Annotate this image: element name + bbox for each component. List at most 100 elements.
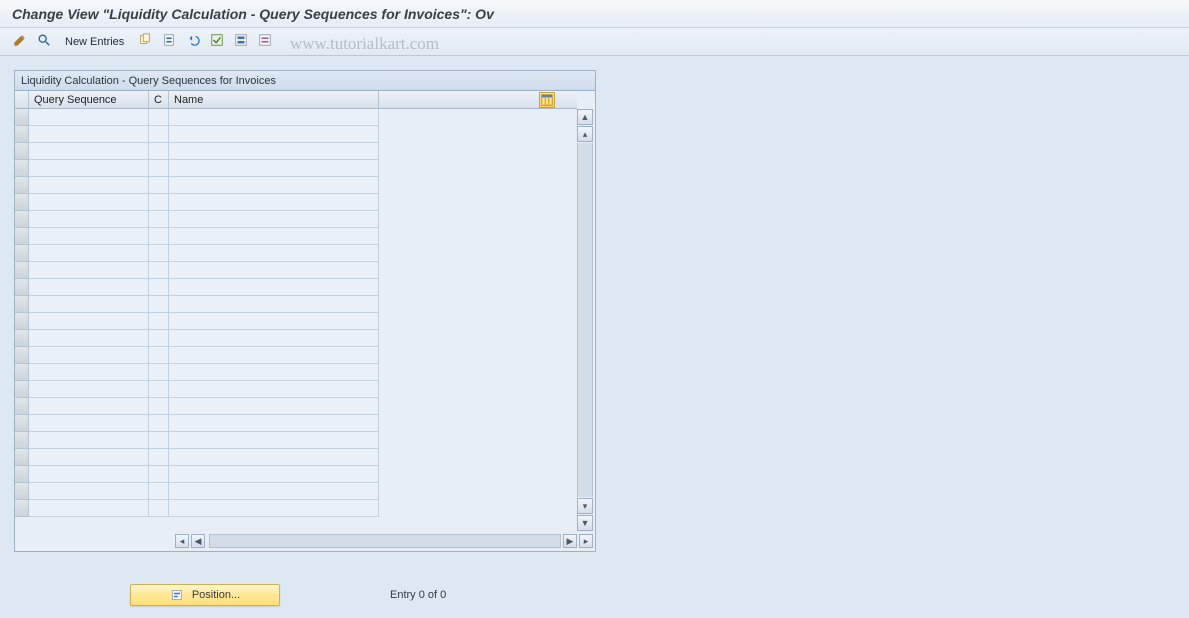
row-selector[interactable] [15, 109, 29, 126]
cell-name[interactable] [169, 313, 379, 330]
scroll-down-button[interactable]: ▼ [577, 515, 593, 531]
row-selector[interactable] [15, 500, 29, 517]
cell-query-sequence[interactable] [29, 143, 149, 160]
cell-name[interactable] [169, 211, 379, 228]
cell-query-sequence[interactable] [29, 194, 149, 211]
cell-query-sequence[interactable] [29, 500, 149, 517]
row-selector[interactable] [15, 466, 29, 483]
scroll-right-step-button[interactable]: ▶ [563, 534, 577, 548]
scroll-left-step-button[interactable]: ◀ [191, 534, 205, 548]
cell-c[interactable] [149, 109, 169, 126]
cell-c[interactable] [149, 262, 169, 279]
cell-c[interactable] [149, 398, 169, 415]
horizontal-scrollbar[interactable]: ◂ ◀ ▶ ▸ [15, 533, 595, 549]
cell-query-sequence[interactable] [29, 330, 149, 347]
cell-query-sequence[interactable] [29, 483, 149, 500]
cell-c[interactable] [149, 449, 169, 466]
table-row[interactable] [15, 194, 577, 211]
cell-c[interactable] [149, 296, 169, 313]
row-selector[interactable] [15, 432, 29, 449]
cell-query-sequence[interactable] [29, 381, 149, 398]
cell-query-sequence[interactable] [29, 245, 149, 262]
cell-c[interactable] [149, 194, 169, 211]
row-selector[interactable] [15, 347, 29, 364]
cell-name[interactable] [169, 245, 379, 262]
deselect-all-button[interactable] [255, 32, 275, 52]
table-row[interactable] [15, 330, 577, 347]
column-header-query-sequence[interactable]: Query Sequence [29, 91, 149, 108]
cell-name[interactable] [169, 228, 379, 245]
table-row[interactable] [15, 466, 577, 483]
cell-name[interactable] [169, 415, 379, 432]
position-button[interactable]: Position... [130, 584, 280, 606]
cell-name[interactable] [169, 398, 379, 415]
row-selector[interactable] [15, 228, 29, 245]
cell-name[interactable] [169, 194, 379, 211]
cell-name[interactable] [169, 279, 379, 296]
cell-query-sequence[interactable] [29, 177, 149, 194]
details-button[interactable] [34, 32, 54, 52]
cell-query-sequence[interactable] [29, 415, 149, 432]
table-row[interactable] [15, 313, 577, 330]
cell-c[interactable] [149, 432, 169, 449]
cell-name[interactable] [169, 449, 379, 466]
cell-c[interactable] [149, 500, 169, 517]
table-row[interactable] [15, 245, 577, 262]
cell-c[interactable] [149, 364, 169, 381]
table-row[interactable] [15, 500, 577, 517]
cell-name[interactable] [169, 381, 379, 398]
cell-query-sequence[interactable] [29, 279, 149, 296]
table-row[interactable] [15, 262, 577, 279]
scroll-up-step-button[interactable]: ▴ [577, 126, 593, 142]
scroll-left-button[interactable]: ◂ [175, 534, 189, 548]
row-selector[interactable] [15, 398, 29, 415]
cell-query-sequence[interactable] [29, 364, 149, 381]
row-selector[interactable] [15, 126, 29, 143]
cell-c[interactable] [149, 483, 169, 500]
row-selector[interactable] [15, 449, 29, 466]
cell-name[interactable] [169, 364, 379, 381]
cell-c[interactable] [149, 228, 169, 245]
scroll-down-step-button[interactable]: ▾ [577, 498, 593, 514]
scroll-up-button[interactable]: ▲ [577, 109, 593, 125]
row-selector-header[interactable] [15, 91, 29, 108]
row-selector[interactable] [15, 483, 29, 500]
row-selector[interactable] [15, 194, 29, 211]
cell-query-sequence[interactable] [29, 262, 149, 279]
table-row[interactable] [15, 432, 577, 449]
table-row[interactable] [15, 364, 577, 381]
row-selector[interactable] [15, 296, 29, 313]
table-settings-button[interactable] [539, 92, 555, 108]
delete-button[interactable] [159, 32, 179, 52]
cell-name[interactable] [169, 483, 379, 500]
select-all-button[interactable] [207, 32, 227, 52]
cell-name[interactable] [169, 500, 379, 517]
table-row[interactable] [15, 160, 577, 177]
cell-query-sequence[interactable] [29, 313, 149, 330]
table-row[interactable] [15, 415, 577, 432]
cell-query-sequence[interactable] [29, 228, 149, 245]
table-row[interactable] [15, 177, 577, 194]
column-header-name[interactable]: Name [169, 91, 379, 108]
table-row[interactable] [15, 398, 577, 415]
scroll-track-horizontal[interactable] [209, 534, 561, 548]
select-block-button[interactable] [231, 32, 251, 52]
cell-name[interactable] [169, 296, 379, 313]
cell-c[interactable] [149, 211, 169, 228]
cell-c[interactable] [149, 177, 169, 194]
cell-query-sequence[interactable] [29, 109, 149, 126]
vertical-scrollbar[interactable]: ▲ ▴ ▾ ▼ [577, 109, 593, 531]
cell-c[interactable] [149, 347, 169, 364]
row-selector[interactable] [15, 313, 29, 330]
table-row[interactable] [15, 381, 577, 398]
cell-name[interactable] [169, 126, 379, 143]
cell-name[interactable] [169, 347, 379, 364]
cell-c[interactable] [149, 466, 169, 483]
table-row[interactable] [15, 347, 577, 364]
row-selector[interactable] [15, 177, 29, 194]
row-selector[interactable] [15, 279, 29, 296]
cell-query-sequence[interactable] [29, 126, 149, 143]
cell-query-sequence[interactable] [29, 398, 149, 415]
row-selector[interactable] [15, 245, 29, 262]
row-selector[interactable] [15, 415, 29, 432]
